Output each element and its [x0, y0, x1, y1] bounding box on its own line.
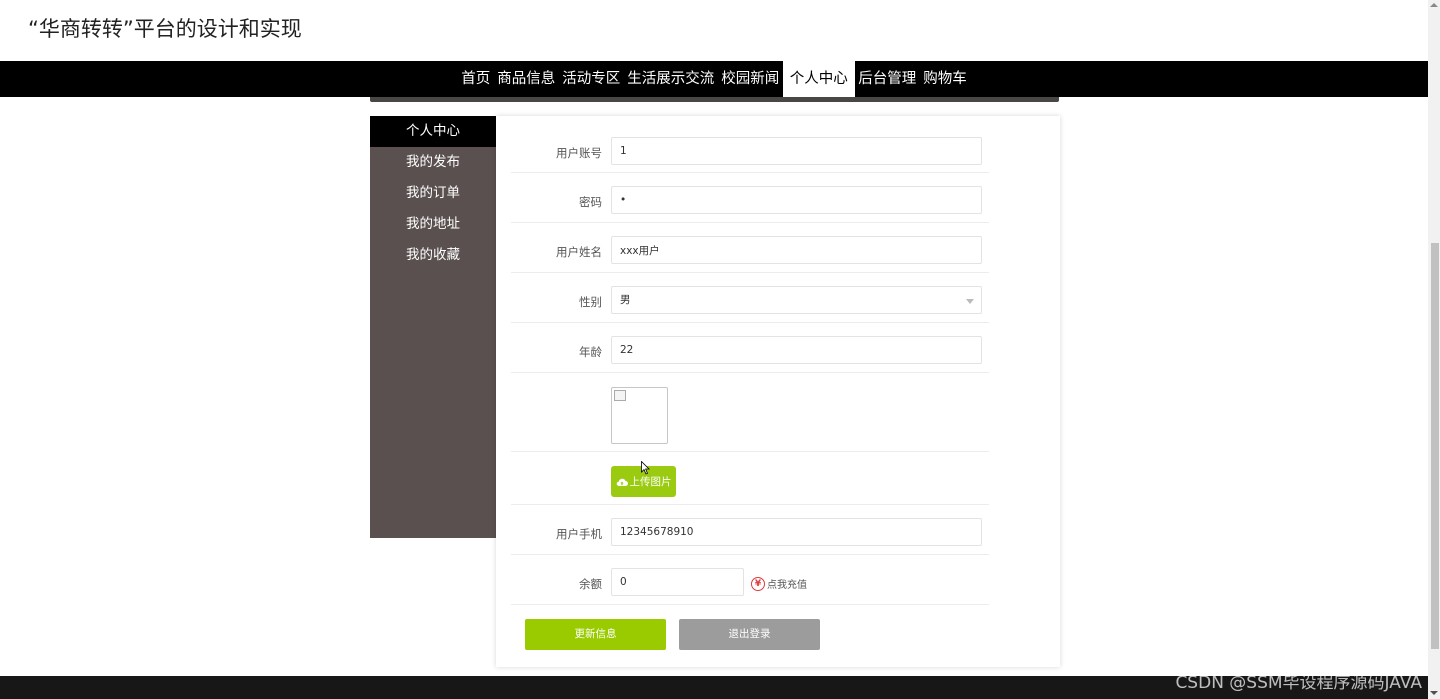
balance-label: 余额 — [579, 577, 602, 591]
phone-label: 用户手机 — [556, 527, 602, 541]
form-row-phone: 用户手机 — [511, 505, 989, 555]
scrollbar-thumb[interactable] — [1431, 243, 1439, 649]
phone-input[interactable] — [611, 518, 982, 546]
form-row-balance: 余额 ¥ 点我充值 — [511, 555, 989, 605]
form-row-account: 用户账号 — [511, 122, 989, 173]
recharge-link[interactable]: ¥ 点我充值 — [751, 576, 807, 591]
gender-select[interactable]: 男 — [611, 286, 982, 314]
sidebar-item-personal-center[interactable]: 个人中心 — [370, 116, 496, 147]
form-row-gender: 性别 男 — [511, 273, 989, 323]
logout-button[interactable]: 退出登录 — [679, 619, 820, 650]
sidebar-item-my-favorites[interactable]: 我的收藏 — [370, 240, 496, 271]
nav-item-cart[interactable]: 购物车 — [920, 61, 971, 97]
upload-button-label: 上传图片 — [629, 476, 672, 488]
scroll-up-arrow-icon[interactable] — [1430, 3, 1438, 7]
age-label: 年龄 — [579, 345, 602, 359]
gender-selected-value: 男 — [620, 294, 631, 306]
sidebar-item-my-orders[interactable]: 我的订单 — [370, 178, 496, 209]
nav-item-admin[interactable]: 后台管理 — [855, 61, 920, 97]
form-row-avatar — [511, 373, 989, 452]
recharge-label: 点我充值 — [767, 580, 807, 591]
cloud-upload-icon — [616, 478, 628, 486]
password-input[interactable] — [611, 186, 982, 214]
account-label: 用户账号 — [556, 146, 602, 160]
watermark: CSDN @SSM毕设程序源码JAVA — [1175, 673, 1422, 693]
account-input[interactable] — [611, 137, 982, 165]
form-row-name: 用户姓名 — [511, 223, 989, 273]
site-title: “华商转转”平台的设计和实现 — [28, 17, 302, 41]
name-input[interactable] — [611, 236, 982, 264]
nav-underbar — [370, 97, 1059, 102]
broken-image-icon — [614, 390, 626, 401]
form-row-age: 年龄 — [511, 323, 989, 373]
nav-item-home[interactable]: 首页 — [458, 61, 494, 97]
page: “华商转转”平台的设计和实现 首页 商品信息 活动专区 生活展示交流 校园新闻 … — [0, 0, 1440, 699]
side-menu: 个人中心 我的发布 我的订单 我的地址 我的收藏 — [370, 116, 496, 538]
balance-input[interactable] — [611, 568, 744, 596]
update-info-button[interactable]: 更新信息 — [525, 619, 666, 650]
chevron-down-icon — [966, 299, 974, 304]
gender-label: 性别 — [579, 295, 602, 309]
form-row-upload: 上传图片 — [511, 452, 989, 505]
profile-form: 用户账号 密码 用户姓名 性别 男 年龄 — [496, 116, 1060, 667]
sidebar-item-my-address[interactable]: 我的地址 — [370, 209, 496, 240]
sidebar-item-my-posts[interactable]: 我的发布 — [370, 147, 496, 178]
mouse-cursor-icon — [641, 461, 650, 475]
nav-item-personal-center[interactable]: 个人中心 — [782, 61, 855, 97]
nav-item-campus-news[interactable]: 校园新闻 — [718, 61, 783, 97]
nav-item-products[interactable]: 商品信息 — [494, 61, 559, 97]
top-nav: 首页 商品信息 活动专区 生活展示交流 校园新闻 个人中心 后台管理 购物车 — [0, 61, 1428, 97]
name-label: 用户姓名 — [556, 245, 602, 259]
form-row-password: 密码 — [511, 173, 989, 223]
nav-item-life-exchange[interactable]: 生活展示交流 — [624, 61, 718, 97]
age-input[interactable] — [611, 336, 982, 364]
avatar-image-preview — [611, 387, 668, 444]
nav-item-activities[interactable]: 活动专区 — [559, 61, 624, 97]
scroll-down-arrow-icon[interactable] — [1430, 691, 1438, 695]
yen-icon: ¥ — [751, 576, 765, 591]
password-label: 密码 — [579, 195, 602, 209]
